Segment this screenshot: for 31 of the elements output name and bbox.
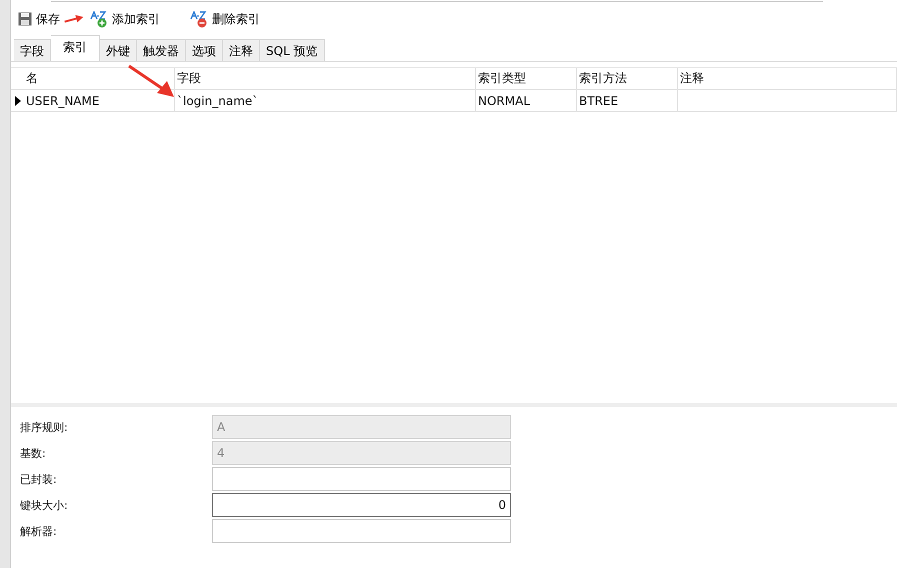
- table-cell: BTREE: [579, 94, 618, 108]
- toolbar-button[interactable]: 添加索引: [87, 8, 163, 30]
- table-cell: `login_name`: [177, 94, 258, 108]
- input-field[interactable]: [212, 467, 511, 491]
- column-header[interactable]: 索引方法: [579, 70, 627, 87]
- input-field[interactable]: [212, 519, 511, 543]
- table-cell: NORMAL: [478, 94, 530, 108]
- column-header[interactable]: 注释: [680, 70, 704, 87]
- field-label: 排序规则:: [19, 420, 69, 434]
- column-header[interactable]: 名: [26, 70, 38, 87]
- column-header[interactable]: 字段: [177, 70, 201, 87]
- input-field[interactable]: 0: [212, 493, 511, 517]
- tab[interactable]: 触发器: [137, 39, 186, 61]
- sort-remove-icon: [190, 10, 208, 28]
- table-cell: USER_NAME: [26, 94, 100, 108]
- field-label: 已封装:: [19, 472, 58, 486]
- toolbar-button[interactable]: 删除索引: [187, 8, 263, 30]
- tab[interactable]: SQL 预览: [260, 39, 325, 61]
- tab[interactable]: 字段: [14, 39, 51, 61]
- field-label: 基数:: [19, 446, 47, 460]
- field-label: 解析器:: [19, 524, 58, 538]
- tab[interactable]: 索引: [51, 35, 100, 61]
- sort-add-icon: [90, 10, 108, 28]
- toolbar-button[interactable]: 保存: [15, 8, 63, 30]
- tab[interactable]: 选项: [186, 39, 223, 61]
- tab[interactable]: 注释: [223, 39, 260, 61]
- tab[interactable]: 外键: [100, 39, 137, 61]
- column-header[interactable]: 索引类型: [478, 70, 526, 87]
- annotation-arrow: [127, 64, 175, 98]
- save-icon: [18, 12, 32, 26]
- field-label: 键块大小:: [19, 498, 69, 512]
